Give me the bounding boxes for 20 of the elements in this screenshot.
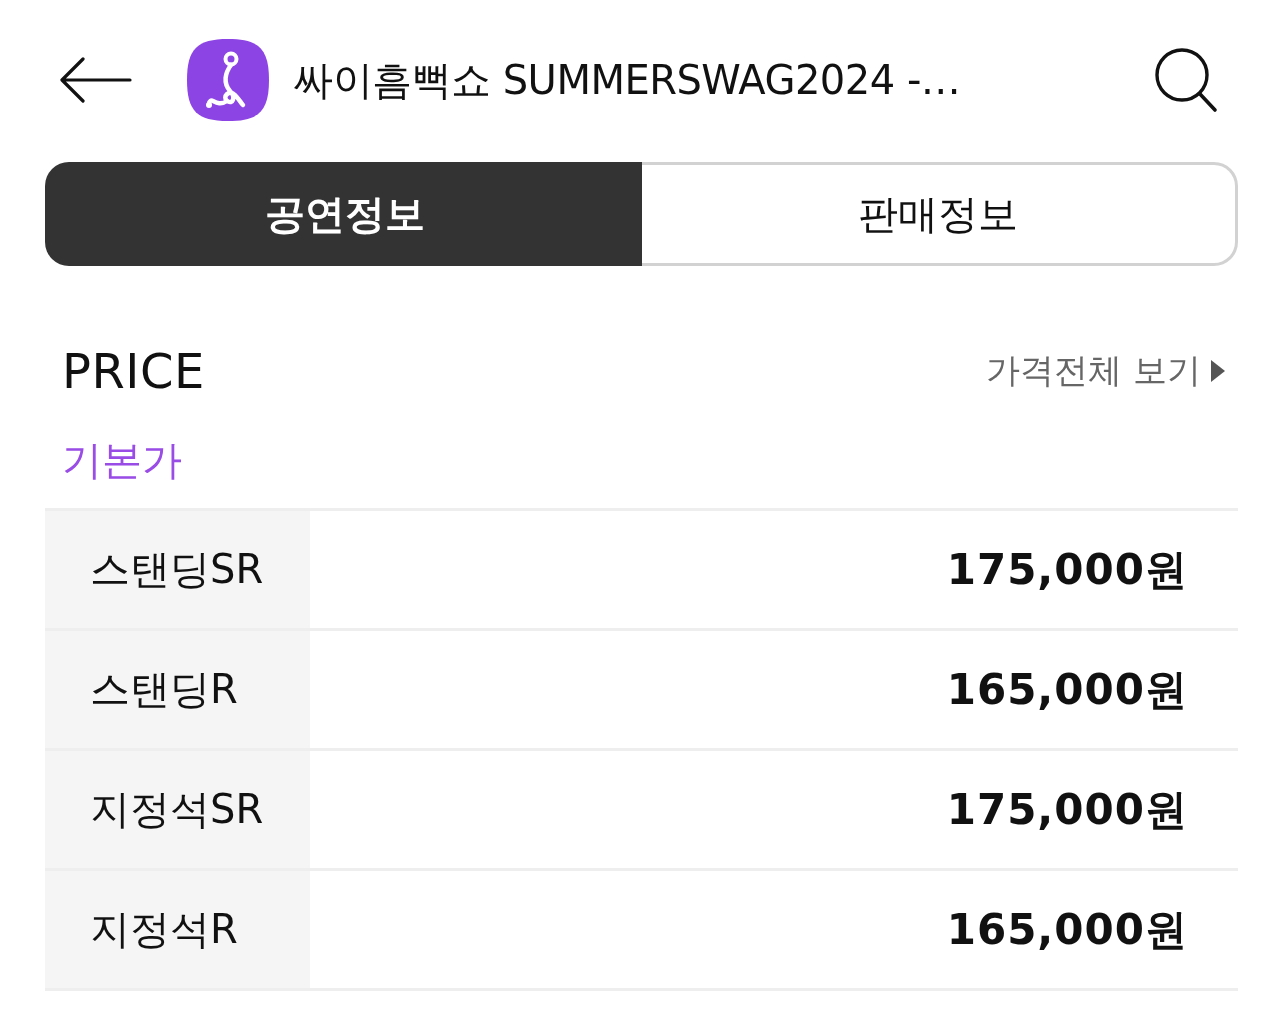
page-title: 싸이흠뻑쇼 SUMMERSWAG2024 -… — [293, 56, 962, 105]
search-icon — [1154, 47, 1218, 113]
price-value: 165,000원 — [946, 663, 1188, 716]
tab[interactable]: 공연정보 — [45, 162, 642, 266]
back-button[interactable] — [60, 57, 132, 103]
back-arrow-icon — [60, 57, 132, 103]
category-label: 기본가 — [62, 436, 182, 485]
price-value: 165,000원 — [946, 903, 1188, 956]
caret-icon — [1211, 360, 1225, 382]
seat-name: 스탠딩SR — [90, 545, 264, 594]
view-all-link[interactable]: 가격전체 보기 — [986, 348, 1225, 394]
seat-name: 스탠딩R — [90, 665, 238, 714]
seat-name: 지정석SR — [90, 785, 264, 834]
price-value: 175,000원 — [946, 543, 1188, 596]
tab[interactable]: 판매정보 — [641, 162, 1238, 266]
price-value: 175,000원 — [946, 783, 1188, 836]
app-logo-icon — [187, 39, 269, 121]
section-heading: PRICE — [62, 343, 205, 399]
seat-name: 지정석R — [90, 905, 238, 954]
search-button[interactable] — [1154, 47, 1218, 113]
